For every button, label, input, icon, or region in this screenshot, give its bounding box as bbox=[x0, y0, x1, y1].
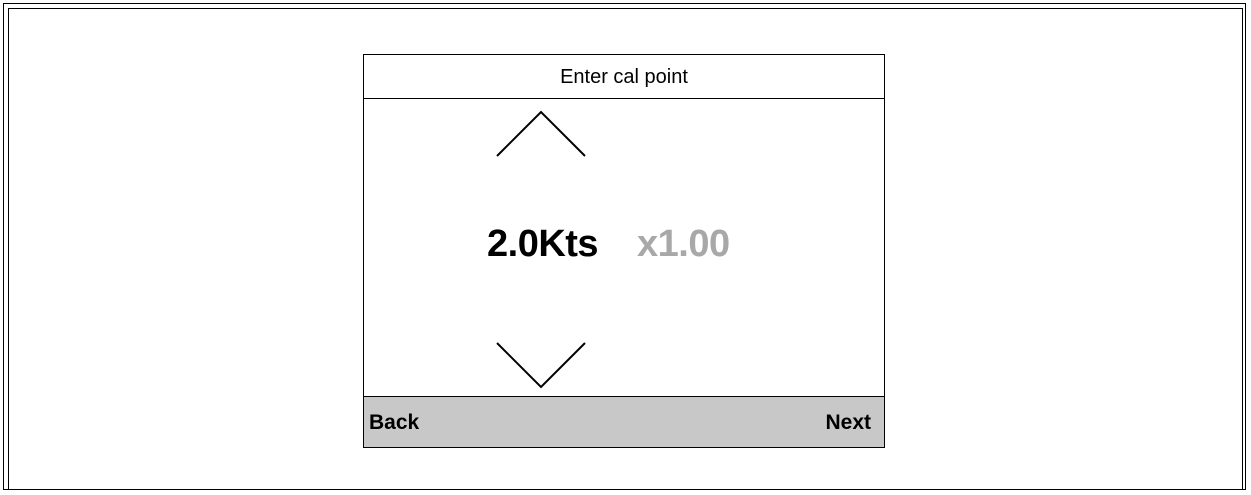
chevron-down-icon[interactable] bbox=[495, 341, 587, 391]
calibration-screen: Enter cal point 2.0Kts x1.00 Back Next bbox=[363, 54, 885, 448]
chevron-up-icon[interactable] bbox=[495, 108, 587, 158]
next-button[interactable]: Next bbox=[825, 397, 871, 449]
softkey-bar: Back Next bbox=[364, 396, 884, 447]
dialog-title: Enter cal point bbox=[364, 55, 884, 99]
speed-value[interactable]: 2.0Kts bbox=[487, 219, 599, 269]
back-button[interactable]: Back bbox=[369, 397, 419, 449]
factor-value[interactable]: x1.00 bbox=[637, 219, 730, 269]
value-display: 2.0Kts x1.00 bbox=[364, 219, 884, 269]
